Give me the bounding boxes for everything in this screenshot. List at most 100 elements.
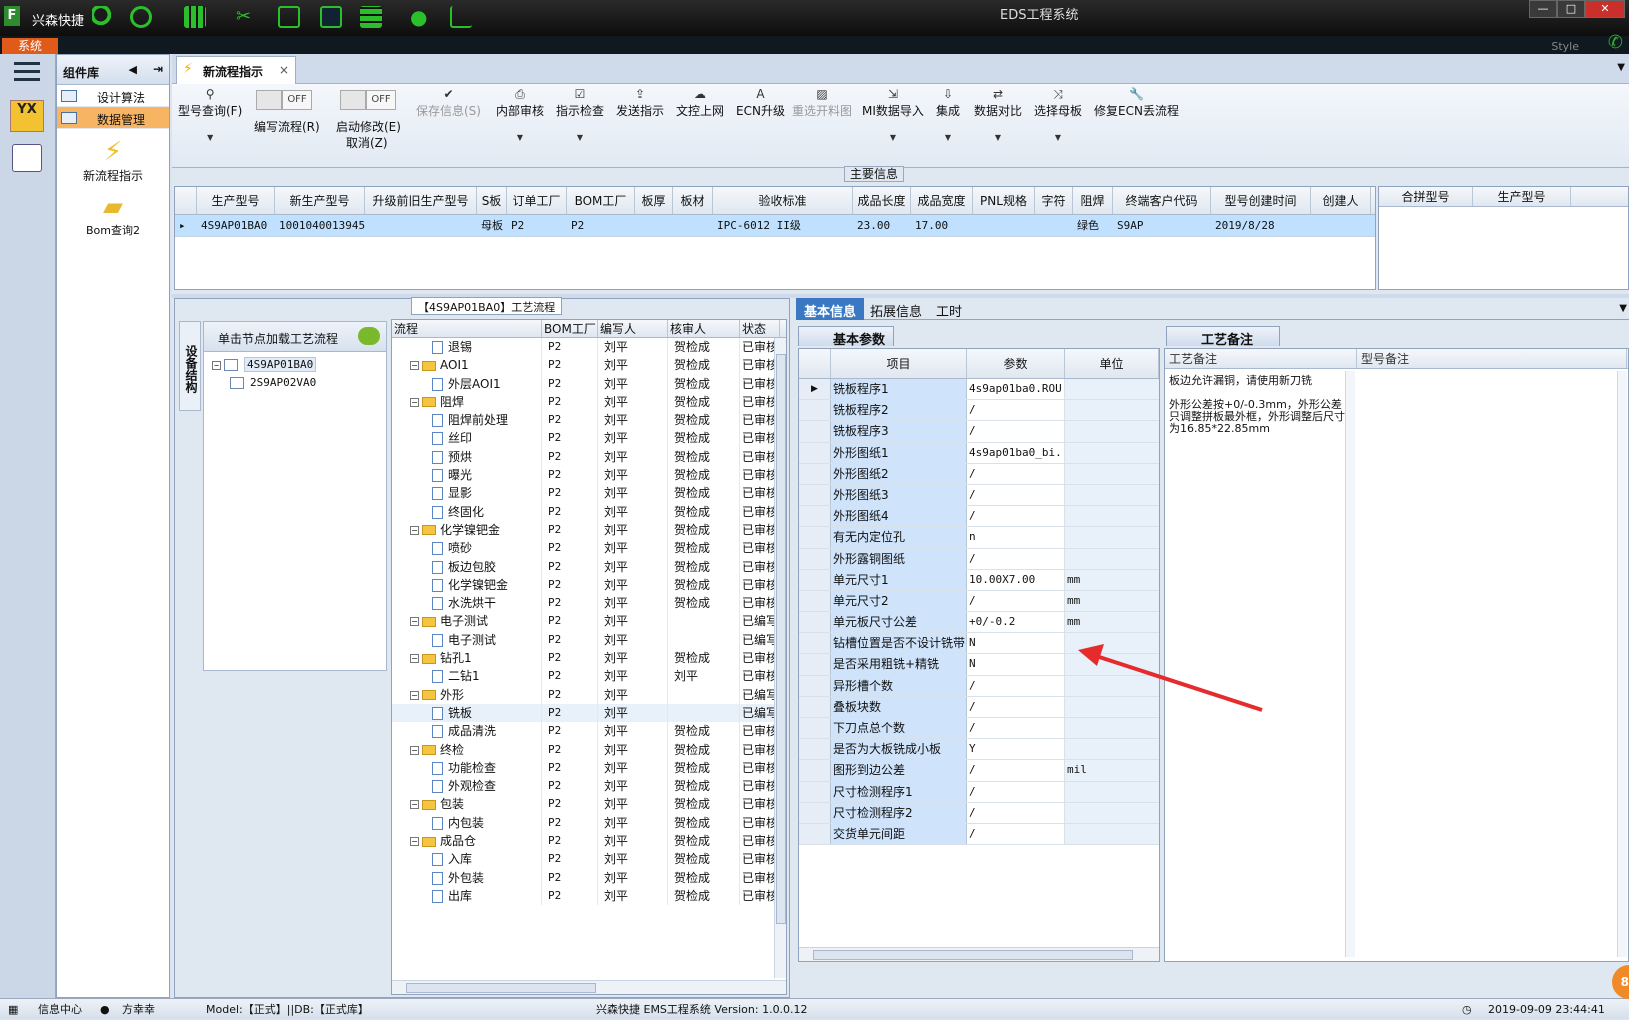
column-header[interactable]: 型号创建时间	[1211, 187, 1311, 214]
maximize-button[interactable]: □	[1557, 0, 1585, 18]
new-flow-shortcut[interactable]: ⚡ 新流程指示	[57, 137, 169, 184]
column-header[interactable]: 终端客户代码	[1113, 187, 1211, 214]
close-tab-icon[interactable]: ×	[279, 63, 289, 77]
reselect-cut-button[interactable]: ▨ 重选开料图	[792, 86, 852, 119]
param-value[interactable]: 10.00X7.00	[967, 569, 1065, 590]
process-row[interactable]: 喷砂 P2 刘平 贺检成 已审核	[392, 539, 786, 558]
menu-icon[interactable]	[14, 62, 40, 82]
table-cell[interactable]: 17.00	[911, 215, 973, 236]
table-cell[interactable]	[673, 215, 713, 236]
data-compare-button[interactable]: ⇄ 数据对比 ▼	[974, 86, 1022, 142]
column-header[interactable]: 流程	[392, 320, 542, 337]
tree-node[interactable]: − 4S9AP01BA0	[212, 356, 386, 374]
param-value[interactable]: /	[967, 718, 1065, 739]
internal-review-button[interactable]: ⎙ 内部审核 ▼	[496, 86, 544, 142]
collapse-icon[interactable]: ◀	[129, 63, 137, 76]
select-mother-board-button[interactable]: ⤨ 选择母板 ▼	[1034, 86, 1082, 142]
process-notes-text[interactable]: 板边允许漏铜，请使用新刀铣 外形公差按+0/-0.3mm，外形公差只调整拼板最外…	[1169, 375, 1345, 435]
column-header[interactable]: 板厚	[635, 187, 673, 214]
column-header[interactable]: BOM工厂	[542, 320, 598, 337]
process-row[interactable]: 二钻1 P2 刘平 刘平 已审核	[392, 667, 786, 686]
table-cell[interactable]: IPC-6012 II级	[713, 215, 853, 236]
collapse-icon[interactable]: −	[410, 617, 419, 627]
table-cell[interactable]: S9AP	[1113, 215, 1211, 236]
param-value[interactable]: /	[967, 400, 1065, 421]
save-info-button[interactable]: ✔ 保存信息(S)	[416, 86, 481, 119]
param-value[interactable]: /	[967, 548, 1065, 569]
process-row[interactable]: − 成品仓 P2 刘平 贺检成 已审核	[392, 832, 786, 851]
column-header[interactable]: 阻焊	[1073, 187, 1113, 214]
column-header[interactable]: 参数	[967, 349, 1065, 378]
film-icon[interactable]	[278, 6, 300, 28]
param-row[interactable]: 是否采用粗铣+精铣 N	[799, 654, 1159, 676]
param-row[interactable]: 外形图纸4/	[799, 506, 1159, 528]
process-row[interactable]: 功能检查 P2 刘平 贺检成 已审核	[392, 758, 786, 778]
param-row[interactable]: 外形图纸2/	[799, 463, 1159, 485]
process-row[interactable]: 铣板 P2 刘平 已编写	[392, 703, 786, 723]
column-header[interactable]: 编写人	[598, 320, 668, 337]
process-row[interactable]: 外包装 P2 刘平 贺检成 已审核	[392, 868, 786, 887]
style-label[interactable]: Style	[1551, 40, 1579, 53]
param-row[interactable]: 尺寸检测程序2/	[799, 802, 1159, 824]
grid-icon[interactable]	[184, 6, 206, 28]
tree-node[interactable]: 2S9AP02VA0	[212, 374, 386, 392]
param-value[interactable]: 4s9ap01ba0.ROU	[967, 379, 1065, 400]
table-cell[interactable]	[1311, 215, 1371, 236]
send-instruction-button[interactable]: ⇪ 发送指示	[616, 86, 664, 119]
param-value[interactable]: n	[967, 527, 1065, 548]
chevron-down-icon[interactable]: ▼	[1619, 303, 1627, 314]
param-value[interactable]: /	[967, 463, 1065, 484]
vertical-scrollbar[interactable]	[1345, 371, 1355, 957]
start-modify-toggle[interactable]: OFF	[340, 90, 396, 110]
process-row[interactable]: − 阻焊 P2 刘平 贺检成 已审核	[392, 392, 786, 412]
grid-menu-icon[interactable]: ▦	[8, 999, 18, 1020]
param-value[interactable]: /	[967, 781, 1065, 802]
column-header[interactable]: 新生产型号	[275, 187, 365, 214]
cancel-button[interactable]: 取消(Z)	[346, 134, 388, 151]
param-row[interactable]: 外形图纸1 4s9ap01ba0_bi...	[799, 442, 1159, 464]
system-tab[interactable]: 系统	[2, 38, 58, 54]
info-center[interactable]: 信息中心	[38, 999, 82, 1020]
collapse-icon[interactable]: −	[410, 397, 419, 407]
param-value[interactable]: Y	[967, 739, 1065, 760]
table-cell[interactable]: 2019/8/28	[1211, 215, 1311, 236]
process-row[interactable]: − 外形 P2 刘平 已编写	[392, 685, 786, 704]
param-row[interactable]: ▶ 铣板程序1 4s9ap01ba0.ROU	[799, 379, 1159, 401]
column-header[interactable]: 创建人	[1311, 187, 1371, 214]
minimize-button[interactable]: —	[1529, 0, 1557, 18]
process-row[interactable]: 显影 P2 刘平 贺检成 已审核	[392, 484, 786, 503]
column-header[interactable]: 项目	[831, 349, 967, 378]
chat-bubble-icon[interactable]	[358, 327, 380, 345]
param-row[interactable]: 下刀点总个数 /	[799, 718, 1159, 740]
repair-ecn-button[interactable]: 🔧 修复ECN丢流程	[1094, 86, 1179, 119]
process-row[interactable]: 外层AOI1 P2 刘平 贺检成 已审核	[392, 374, 786, 393]
process-row[interactable]: 丝印 P2 刘平 贺检成 已审核	[392, 429, 786, 448]
collapse-icon[interactable]: −	[410, 361, 419, 371]
complib-item-data[interactable]: 数据管理	[57, 107, 169, 129]
search-icon[interactable]	[92, 6, 114, 28]
process-row[interactable]: − 化学镍钯金 P2 刘平 贺检成 已审核	[392, 520, 786, 540]
param-value[interactable]: /	[967, 696, 1065, 717]
doc-online-button[interactable]: ☁ 文控上网	[676, 86, 724, 119]
param-value[interactable]: /	[967, 590, 1065, 612]
process-row[interactable]: 成品清洗 P2 刘平 贺检成 已审核	[392, 722, 786, 741]
process-row[interactable]: − 钻孔1 P2 刘平 贺检成 已审核	[392, 649, 786, 668]
process-row[interactable]: − 电子测试 P2 刘平 已编写	[392, 612, 786, 631]
table-cell[interactable]: 4S9AP01BA0	[197, 215, 275, 236]
column-header[interactable]: 成品长度	[853, 187, 911, 214]
horizontal-scrollbar[interactable]	[392, 980, 786, 994]
param-row[interactable]: 钻槽位置是否不设计铣带 N	[799, 633, 1159, 655]
param-value[interactable]: N	[967, 654, 1065, 675]
table-cell[interactable]: 10010400139459	[275, 215, 365, 236]
process-row[interactable]: 电子测试 P2 刘平 已编写	[392, 630, 786, 650]
tab-basic-info[interactable]: 基本信息	[796, 298, 865, 320]
collapse-icon[interactable]: −	[212, 360, 221, 370]
column-header[interactable]: 合拼型号	[1379, 187, 1473, 206]
chevron-down-icon[interactable]: ▼	[1617, 62, 1625, 73]
param-row[interactable]: 单元尺寸2/mm	[799, 590, 1159, 613]
collapse-icon[interactable]: −	[410, 837, 419, 847]
param-value[interactable]: /	[967, 760, 1065, 781]
column-header[interactable]: 字符	[1035, 187, 1073, 214]
param-value[interactable]: /	[967, 421, 1065, 442]
param-value[interactable]: /	[967, 484, 1065, 506]
